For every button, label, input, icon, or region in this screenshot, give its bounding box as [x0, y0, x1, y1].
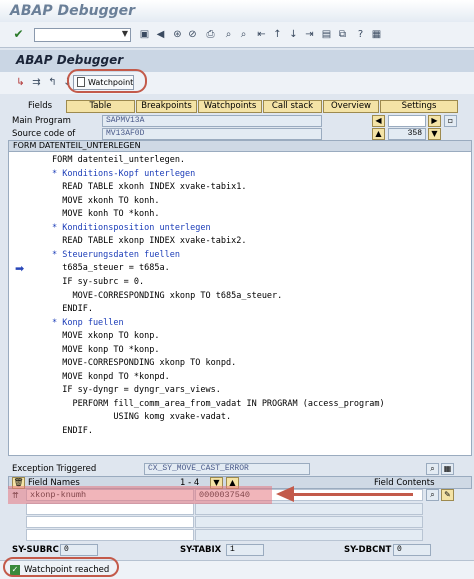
help-icon[interactable]: ?	[354, 28, 367, 41]
tab-breakpoints[interactable]: Breakpoints	[136, 100, 197, 113]
tab-call-stack[interactable]: Call stack	[263, 100, 322, 113]
first-page-icon[interactable]: ⇤	[255, 28, 268, 41]
field-value	[195, 529, 423, 541]
tab-table[interactable]: Table	[66, 100, 135, 113]
main-program-label: Main Program	[12, 116, 71, 126]
field-name-input[interactable]	[26, 516, 194, 528]
source-code-line: USING komg xvake-vadat.	[52, 412, 232, 423]
return-icon[interactable]: ↰	[46, 76, 59, 89]
source-code-line: MOVE konh TO *konh.	[52, 209, 160, 220]
sy-dbcnt-field: 0	[393, 544, 431, 556]
find-icon[interactable]: ⌕	[222, 28, 235, 41]
source-comment-line: * Steuerungsdaten fuellen	[52, 249, 180, 260]
save-icon[interactable]: ▣	[138, 28, 151, 41]
source-code-line: PERFORM fill_comm_area_from_vadat IN PRO…	[52, 398, 385, 409]
source-comment-line: * Konditions-Kopf unterlegen	[52, 168, 196, 179]
exception-label: Exception Triggered	[12, 464, 97, 474]
field-name-input[interactable]	[26, 529, 194, 541]
exit-icon[interactable]: ⊛	[171, 28, 184, 41]
back-icon[interactable]: ◀	[154, 28, 167, 41]
debugger-title: ABAP Debugger	[16, 53, 124, 67]
nav-left-icon[interactable]: ◀	[372, 115, 385, 127]
window-title: ABAP Debugger	[10, 3, 136, 19]
source-code-line: ENDIF.	[52, 304, 93, 315]
cancel-icon[interactable]: ⊘	[186, 28, 199, 41]
current-line-arrow-icon: ➡	[15, 262, 25, 275]
source-code-line: MOVE-CORRESPONDING xkonp TO t685a_steuer…	[52, 290, 283, 301]
main-program-field: SAPMV13A	[102, 115, 322, 127]
nav-extra-icon[interactable]: ▫	[444, 115, 457, 127]
annotation-arrow-head	[276, 486, 294, 502]
find-next-icon[interactable]: ⌕	[237, 28, 250, 41]
source-comment-line: * Konditionsposition unterlegen	[52, 222, 211, 233]
nav-input[interactable]	[388, 115, 426, 127]
last-page-icon[interactable]: ⇥	[303, 28, 316, 41]
line-number-field: 358	[388, 128, 426, 140]
debugger-title-bar: ABAP Debugger	[0, 50, 474, 72]
source-comment-line: * Konp fuellen	[52, 317, 124, 328]
source-header: FORM DATENTEIL_UNTERLEGEN	[8, 140, 472, 152]
field-contents-header: Field Contents	[374, 478, 435, 488]
title-bar: ABAP Debugger	[0, 0, 474, 22]
source-code-line: FORM datenteil_unterlegen.	[52, 155, 186, 165]
source-code-line: READ TABLE xkonh INDEX xvake-tabix1.	[52, 182, 247, 193]
status-annotation-ring	[3, 557, 119, 577]
exception-detail-icon[interactable]: ▦	[441, 463, 454, 475]
command-field[interactable]	[34, 28, 131, 42]
field-value	[195, 503, 423, 515]
enter-check-icon[interactable]: ✔	[12, 28, 25, 41]
sy-subrc-label: SY-SUBRC	[12, 545, 59, 555]
scroll-down-icon[interactable]: ▼	[428, 128, 441, 140]
source-code-line: IF sy-subrc = 0.	[52, 276, 145, 287]
source-code-field: MV13AF0D	[102, 128, 322, 140]
field-edit-icon[interactable]: ✎	[441, 489, 454, 501]
tab-overview[interactable]: Overview	[323, 100, 379, 113]
watch-field-highlight	[8, 486, 272, 504]
execute-icon[interactable]: ⇉	[30, 76, 43, 89]
sy-tabix-label: SY-TABIX	[180, 545, 222, 555]
create-session-icon[interactable]: ▤	[320, 28, 333, 41]
sy-tabix-field: 1	[226, 544, 264, 556]
single-step-icon[interactable]: ↳	[14, 76, 27, 89]
field-name-input[interactable]	[26, 503, 194, 515]
exception-field[interactable]: CX_SY_MOVE_CAST_ERROR	[144, 463, 310, 475]
watchpoint-annotation-ring	[67, 69, 147, 93]
source-code-line: MOVE-CORRESPONDING xkonp TO konpd.	[52, 358, 237, 369]
source-code-line: t685a_steuer = t685a.	[52, 263, 170, 274]
layout-icon[interactable]: ▦	[370, 28, 383, 41]
tab-fields[interactable]: Fields	[28, 101, 52, 111]
tab-settings[interactable]: Settings	[380, 100, 458, 113]
tab-watchpoints[interactable]: Watchpoints	[198, 100, 262, 113]
source-code-line: MOVE xkonh TO konh.	[52, 195, 160, 206]
annotation-arrow-line	[293, 493, 413, 496]
sy-subrc-field: 0	[60, 544, 98, 556]
source-code-line: MOVE konpd TO *konpd.	[52, 371, 170, 382]
print-icon[interactable]: ⎙	[204, 28, 217, 41]
source-code-line: READ TABLE xkonp INDEX xvake-tabix2.	[52, 236, 247, 247]
main-toolbar: ✔ ▼ ▣ ◀ ⊛ ⊘ ⎙ ⌕ ⌕ ⇤ ↑ ↓ ⇥ ▤ ⧉ ? ▦	[0, 22, 474, 48]
source-code-line: MOVE xkonp TO konp.	[52, 331, 160, 342]
prev-page-icon[interactable]: ↑	[271, 28, 284, 41]
field-value	[195, 516, 423, 528]
shortcut-icon[interactable]: ⧉	[336, 28, 349, 41]
source-code-label: Source code of	[12, 129, 76, 139]
exception-display-icon[interactable]: ⌕	[426, 463, 439, 475]
field-inspect-icon[interactable]: ⌕	[426, 489, 439, 501]
scroll-up-icon[interactable]: ▲	[372, 128, 385, 140]
source-code-line: MOVE konp TO *konp.	[52, 344, 160, 355]
sy-dbcnt-label: SY-DBCNT	[344, 545, 392, 555]
command-dropdown-icon[interactable]: ▼	[120, 29, 130, 41]
nav-right-icon[interactable]: ▶	[428, 115, 441, 127]
source-code-line: ENDIF.	[52, 426, 93, 436]
source-code-line: IF sy-dyngr = dyngr_vars_views.	[52, 385, 221, 396]
next-page-icon[interactable]: ↓	[287, 28, 300, 41]
